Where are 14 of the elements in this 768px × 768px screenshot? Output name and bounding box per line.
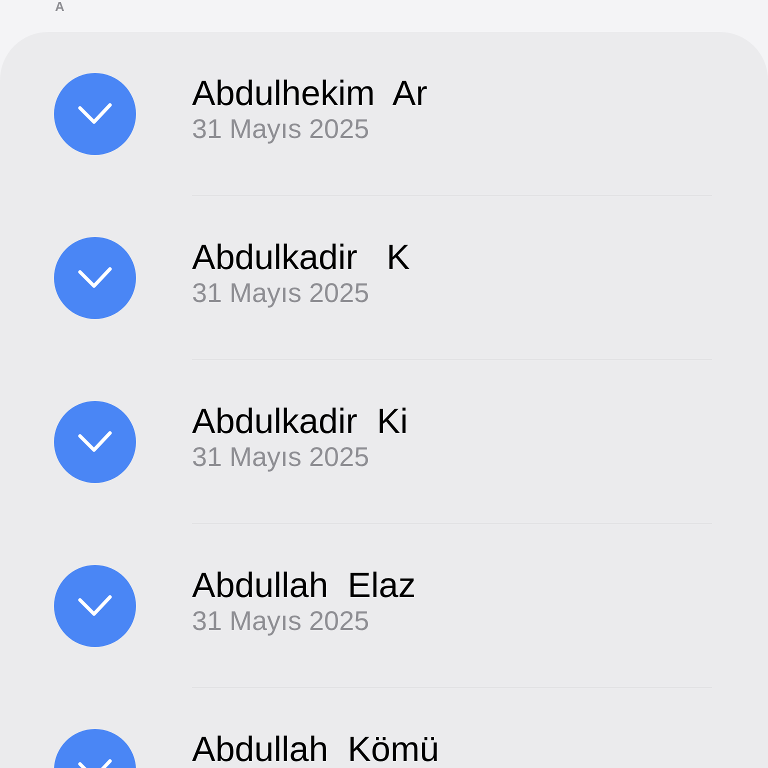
contact-name: Abdullah Elaz <box>192 568 416 604</box>
contact-date: 31 Mayıs 2025 <box>192 113 370 146</box>
check-icon <box>78 102 112 126</box>
check-icon <box>78 266 112 290</box>
check-icon <box>78 430 112 454</box>
section-header: A <box>55 0 64 14</box>
check-icon <box>78 594 112 618</box>
contact-date: 31 Mayıs 2025 <box>192 277 370 310</box>
contact-name: Abdulkadir K <box>192 240 410 276</box>
contact-date: 31 Mayıs 2025 <box>192 605 370 638</box>
contact-name: Abdulkadir Ki <box>192 404 408 440</box>
contact-date: 31 Mayıs 2025 <box>192 441 370 474</box>
contact-name: Abdullah Kömü <box>192 732 440 768</box>
contact-name: Abdulhekim Ar <box>192 76 428 112</box>
